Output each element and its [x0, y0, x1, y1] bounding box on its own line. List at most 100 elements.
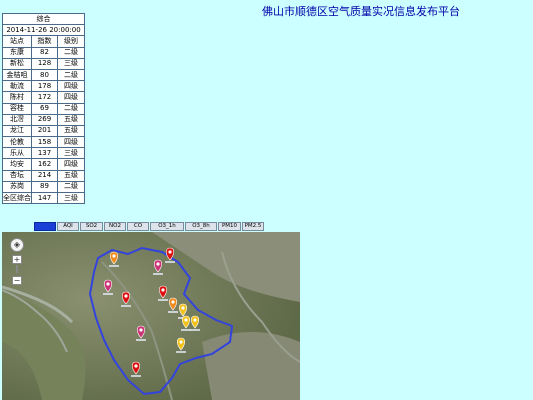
aqi-index: 158	[30, 136, 59, 149]
table-row: 杏坛 214 五级	[2, 169, 85, 182]
table-row: 东康 82 二级	[2, 46, 85, 59]
table-row: 勒流 178 四级	[2, 80, 85, 93]
column-header-level: 级别	[57, 35, 85, 48]
station-name: 勒流	[2, 80, 32, 93]
aqi-index: 80	[30, 68, 59, 82]
table-row: 苏岗 89 二级	[2, 180, 85, 194]
marker-label-bar	[176, 351, 186, 353]
aqi-index: 162	[30, 158, 59, 171]
pan-icon[interactable]: ◈	[10, 238, 24, 252]
marker-dot-icon	[139, 328, 143, 332]
station-name: 陈村	[2, 91, 32, 104]
aqi-level: 二级	[57, 68, 85, 82]
aqi-level: 二级	[57, 102, 85, 115]
station-name: 容桂	[2, 102, 32, 115]
table-row: 乐从 137 三级	[2, 147, 85, 160]
station-name: 乐从	[2, 147, 32, 160]
marker-label-bar	[136, 339, 146, 341]
marker-label-bar	[165, 261, 175, 263]
tab-o3-8h[interactable]: O3_8h	[185, 222, 217, 231]
zoom-in-button[interactable]: +	[12, 255, 22, 264]
zoom-control: ◈ + −	[10, 238, 24, 285]
marker-label-bar	[109, 265, 119, 267]
marker-label-bar	[158, 299, 168, 301]
aqi-level: 四级	[57, 136, 85, 149]
aqi-level: 四级	[57, 91, 85, 104]
page-title: 佛山市顺德区空气质量实况信息发布平台	[262, 5, 460, 18]
station-name: 苏岗	[2, 180, 32, 194]
aqi-level: 二级	[57, 180, 85, 194]
station-name: 全区综合	[2, 191, 32, 205]
column-header-station: 站点	[2, 35, 32, 48]
aqi-index: 147	[30, 191, 59, 205]
aqi-index: 69	[30, 102, 59, 115]
table-row: 金桔咀 80 二级	[2, 68, 85, 82]
zoom-slider[interactable]	[16, 265, 18, 273]
aqi-index: 201	[30, 124, 59, 138]
marker-dot-icon	[106, 282, 110, 286]
table-row: 陈村 172 四级	[2, 91, 85, 104]
marker-dot-icon	[181, 306, 185, 310]
table-row: 均安 162 四级	[2, 158, 85, 171]
marker-label-bar	[103, 293, 113, 295]
aqi-level: 三级	[57, 57, 85, 70]
table-row: 全区综合 147 三级	[2, 191, 85, 205]
tab-pm25[interactable]: PM2.5	[242, 222, 264, 231]
column-header-index: 指数	[30, 35, 59, 48]
satellite-map[interactable]: ◈ + −	[2, 232, 300, 400]
aqi-index: 269	[30, 113, 59, 126]
table-timestamp: 2014-11-26 20:00:00	[2, 24, 85, 37]
station-name: 伦教	[2, 136, 32, 149]
map-canvas	[2, 232, 300, 400]
marker-dot-icon	[112, 254, 116, 258]
marker-dot-icon	[184, 318, 188, 322]
tab-o3-1h[interactable]: O3_1h	[150, 222, 184, 231]
marker-dot-icon	[161, 288, 165, 292]
tab-pm10[interactable]: PM10	[218, 222, 241, 231]
aqi-level: 四级	[57, 80, 85, 93]
map-urban-area-south	[202, 332, 300, 400]
marker-label-bar	[190, 329, 200, 331]
table-row: 北滘 269 五级	[2, 113, 85, 126]
marker-dot-icon	[156, 262, 160, 266]
table-row: 伦教 158 四级	[2, 136, 85, 149]
table-row: 容桂 69 二级	[2, 102, 85, 115]
aqi-level: 四级	[57, 158, 85, 171]
marker-dot-icon	[193, 318, 197, 322]
aqi-level: 二级	[57, 46, 85, 59]
aqi-index: 214	[30, 169, 59, 182]
marker-label-bar	[153, 273, 163, 275]
marker-dot-icon	[179, 340, 183, 344]
aqi-index: 137	[30, 147, 59, 160]
pollutant-tabs: AQI SO2 NO2 CO O3_1h O3_8h PM10 PM2.5	[34, 222, 265, 231]
aqi-level: 五级	[57, 124, 85, 138]
aqi-level: 三级	[57, 191, 85, 205]
tab-co[interactable]: CO	[127, 222, 149, 231]
aqi-level: 五级	[57, 113, 85, 126]
table-row: 龙江 201 五级	[2, 124, 85, 138]
aqi-index: 89	[30, 180, 59, 194]
tab-composite[interactable]	[34, 222, 56, 231]
station-name: 杏坛	[2, 169, 32, 182]
zoom-out-button[interactable]: −	[12, 276, 22, 285]
table-row: 新松 128 三级	[2, 57, 85, 70]
aqi-index: 82	[30, 46, 59, 59]
marker-label-bar	[181, 329, 191, 331]
station-name: 北滘	[2, 113, 32, 126]
marker-label-bar	[121, 305, 131, 307]
tab-no2[interactable]: NO2	[104, 222, 126, 231]
marker-dot-icon	[168, 250, 172, 254]
tab-so2[interactable]: SO2	[80, 222, 103, 231]
aqi-level: 三级	[57, 147, 85, 160]
aqi-index: 128	[30, 57, 59, 70]
marker-label-bar	[168, 311, 178, 313]
marker-dot-icon	[124, 294, 128, 298]
station-name: 新松	[2, 57, 32, 70]
marker-dot-icon	[171, 300, 175, 304]
station-name: 龙江	[2, 124, 32, 138]
marker-dot-icon	[134, 364, 138, 368]
marker-label-bar	[131, 375, 141, 377]
tab-aqi[interactable]: AQI	[57, 222, 79, 231]
aqi-index: 172	[30, 91, 59, 104]
aqi-table: 综合 2014-11-26 20:00:00 站点 指数 级别 东康 82 二级 新松…	[2, 12, 85, 205]
